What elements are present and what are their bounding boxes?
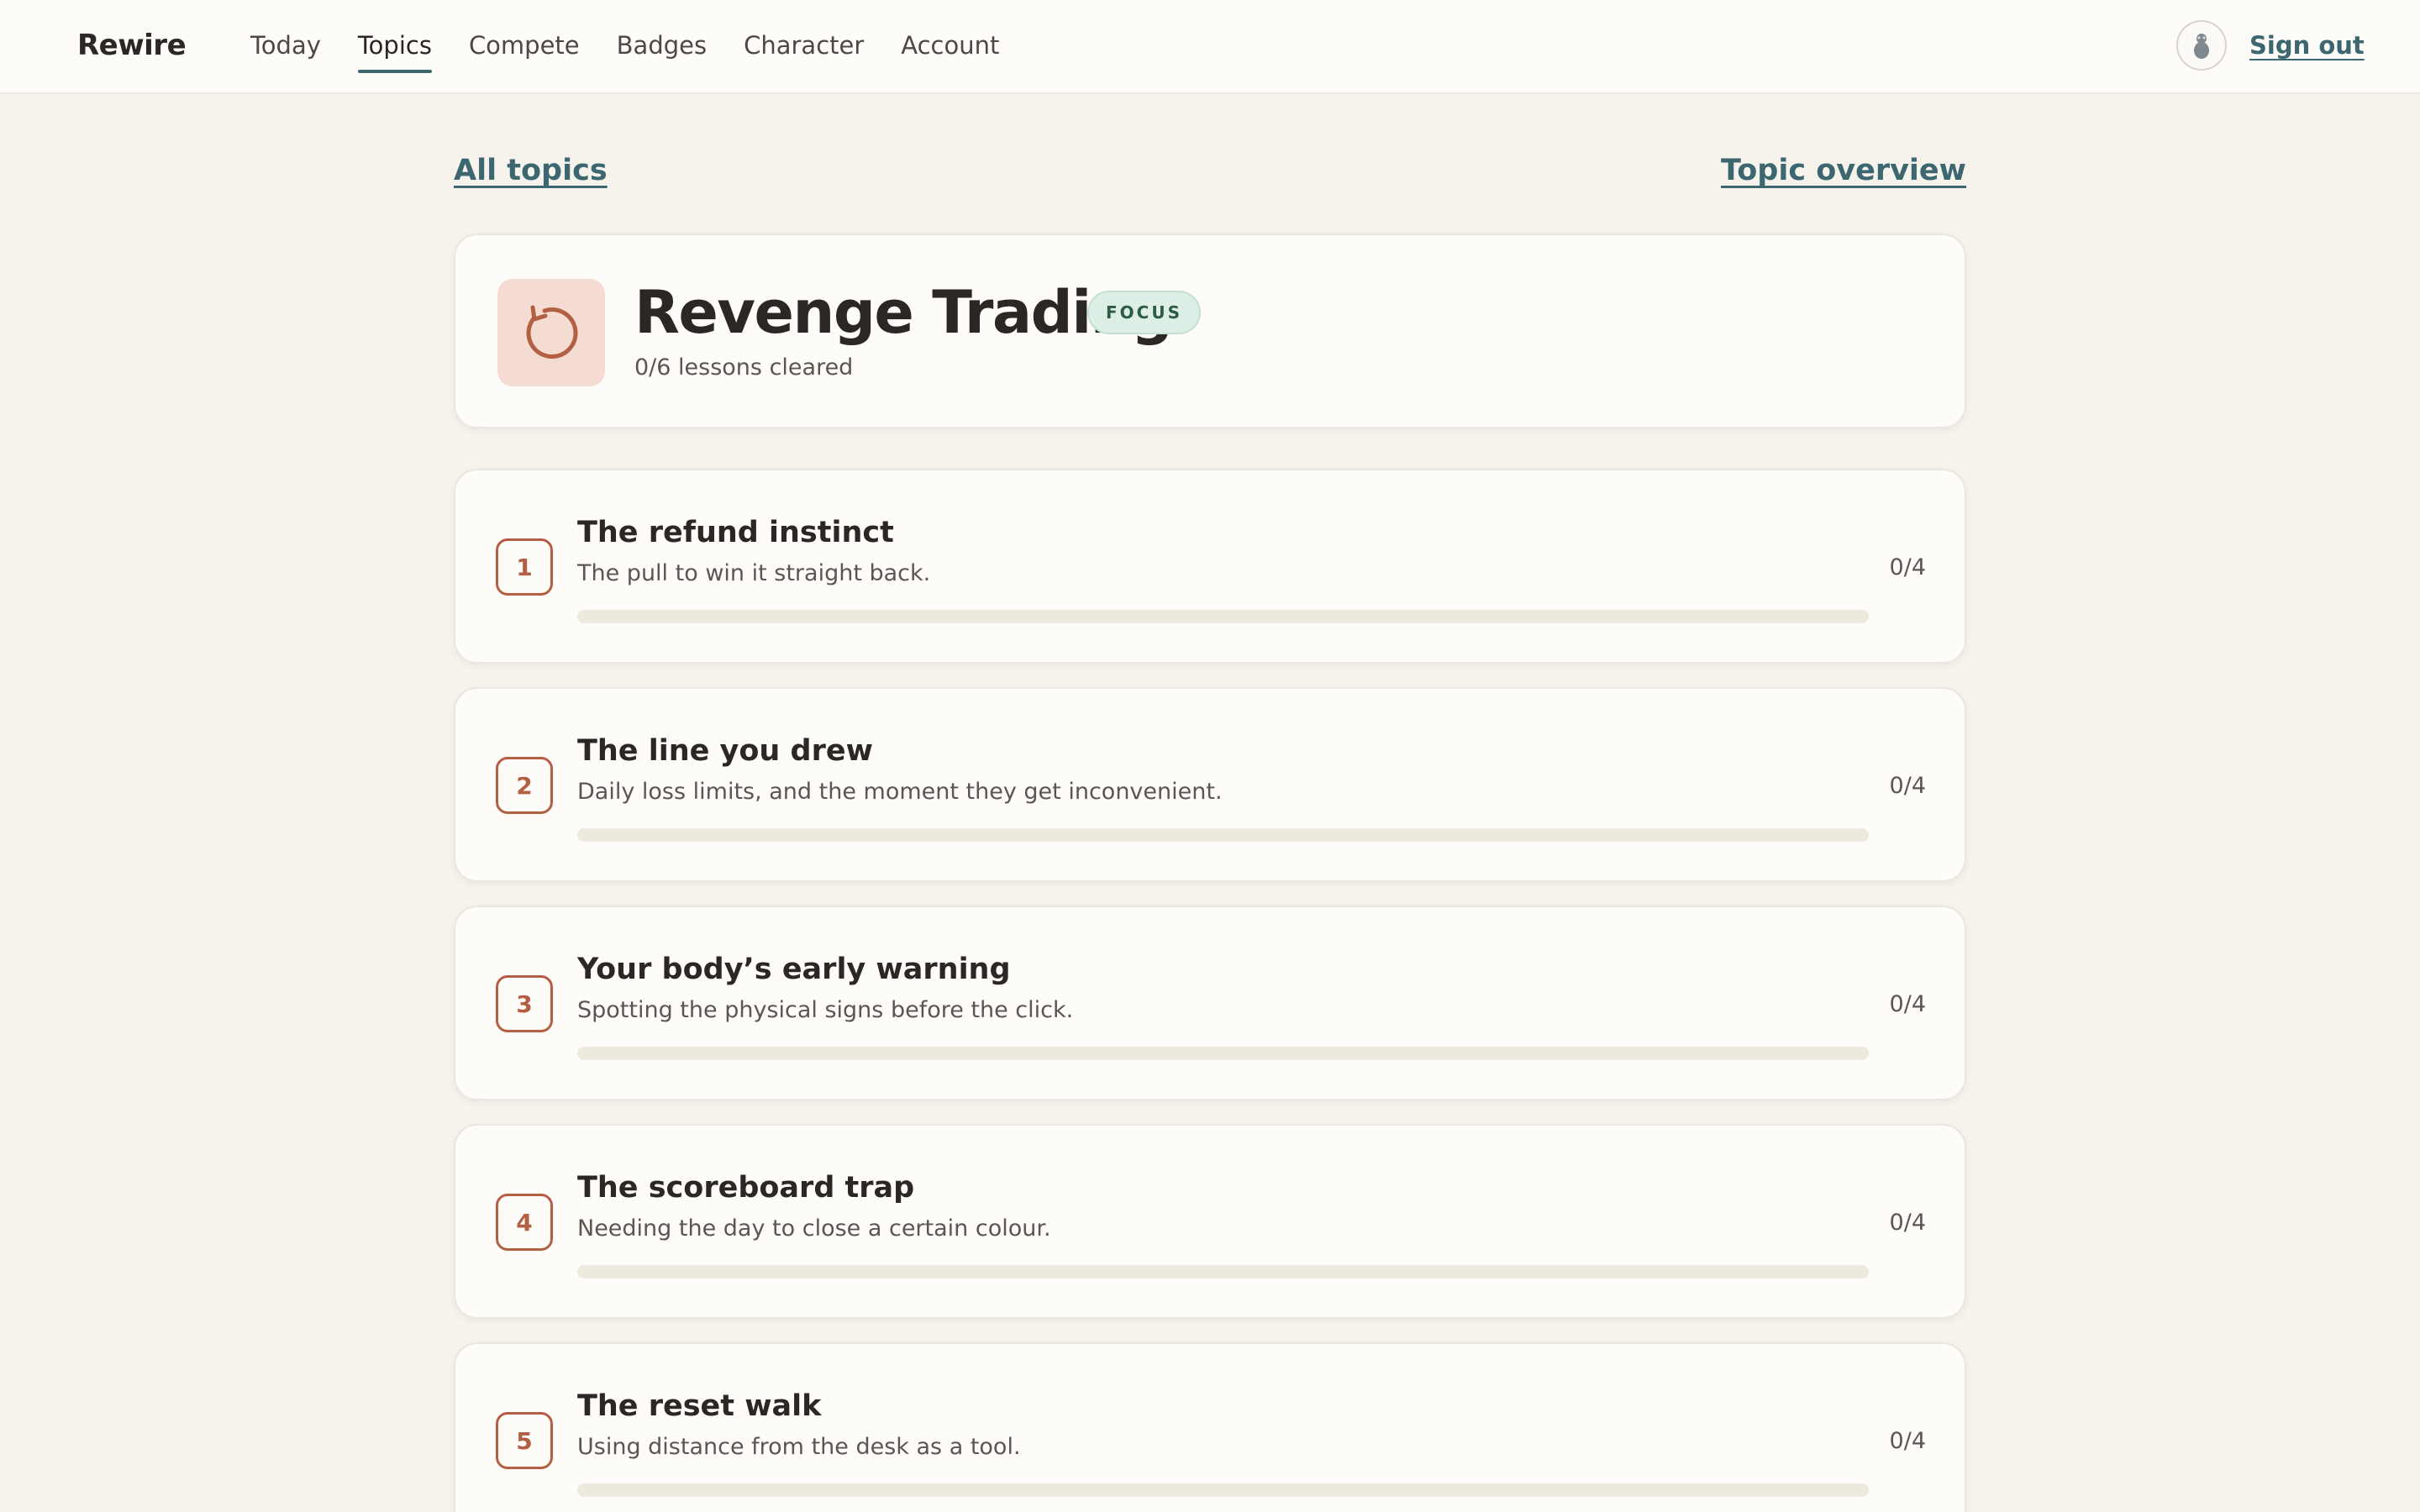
sign-out-link[interactable]: Sign out: [2249, 27, 2365, 64]
lesson-card-2[interactable]: 2 The line you drew Daily loss limits, a…: [454, 687, 1966, 882]
lesson-card-5[interactable]: 5 The reset walk Using distance from the…: [454, 1342, 1966, 1512]
nav-today[interactable]: Today: [250, 0, 321, 94]
lesson-subtitle: Needing the day to close a certain colou…: [577, 1215, 1051, 1242]
lesson-count: 0/4: [1889, 991, 1926, 1017]
lesson-number: 5: [496, 1412, 553, 1469]
lesson-subtitle: Daily loss limits, and the moment they g…: [577, 779, 1223, 805]
lesson-count: 0/4: [1889, 773, 1926, 799]
lesson-card-1[interactable]: 1 The refund instinct The pull to win it…: [454, 469, 1966, 664]
topic-header-card: Revenge Trading FOCUS 0/6 lessons cleare…: [454, 234, 1966, 428]
lesson-title: The line you drew: [577, 734, 873, 768]
lesson-progress-bar: [577, 1265, 1869, 1278]
top-navigation-bar: Rewire Today Topics Compete Badges Chara…: [0, 0, 2420, 94]
refresh-arrow-icon: [526, 305, 578, 359]
lesson-count: 0/4: [1889, 1428, 1926, 1454]
lesson-title: The scoreboard trap: [577, 1171, 915, 1205]
nav-topics[interactable]: Topics: [357, 0, 433, 94]
lesson-number: 4: [496, 1194, 553, 1251]
lesson-subtitle: Spotting the physical signs before the c…: [577, 997, 1074, 1023]
topic-overview-link[interactable]: Topic overview: [1721, 150, 1966, 192]
lesson-number: 2: [496, 757, 553, 814]
nav-character[interactable]: Character: [744, 0, 864, 94]
lesson-title: Your body’s early warning: [577, 953, 1011, 986]
user-avatar[interactable]: [2176, 20, 2227, 71]
lesson-title: The reset walk: [577, 1389, 822, 1423]
lesson-count: 0/4: [1889, 554, 1926, 580]
lesson-progress-bar: [577, 1483, 1869, 1497]
lesson-progress-bar: [577, 828, 1869, 842]
topic-progress-text: 0/6 lessons cleared: [634, 354, 854, 381]
lesson-number: 1: [496, 538, 553, 596]
lesson-card-4[interactable]: 4 The scoreboard trap Needing the day to…: [454, 1124, 1966, 1319]
lesson-progress-bar: [577, 1047, 1869, 1060]
lesson-count: 0/4: [1889, 1210, 1926, 1236]
brand-logo[interactable]: Rewire: [77, 25, 187, 66]
lesson-subtitle: The pull to win it straight back.: [577, 560, 931, 586]
topic-icon-tile: [497, 279, 605, 386]
nav-badges[interactable]: Badges: [617, 0, 707, 94]
main-nav: Today Topics Compete Badges Character Ac…: [250, 0, 1036, 94]
all-topics-link[interactable]: All topics: [454, 150, 608, 192]
lesson-number: 3: [496, 975, 553, 1032]
lesson-card-3[interactable]: 3 Your body’s early warning Spotting the…: [454, 906, 1966, 1100]
nav-account[interactable]: Account: [901, 0, 999, 94]
nav-compete[interactable]: Compete: [469, 0, 580, 94]
lesson-progress-bar: [577, 610, 1869, 623]
focus-badge: FOCUS: [1087, 291, 1201, 334]
lesson-subtitle: Using distance from the desk as a tool.: [577, 1434, 1021, 1460]
lesson-title: The refund instinct: [577, 516, 894, 549]
character-icon: [2194, 34, 2209, 59]
